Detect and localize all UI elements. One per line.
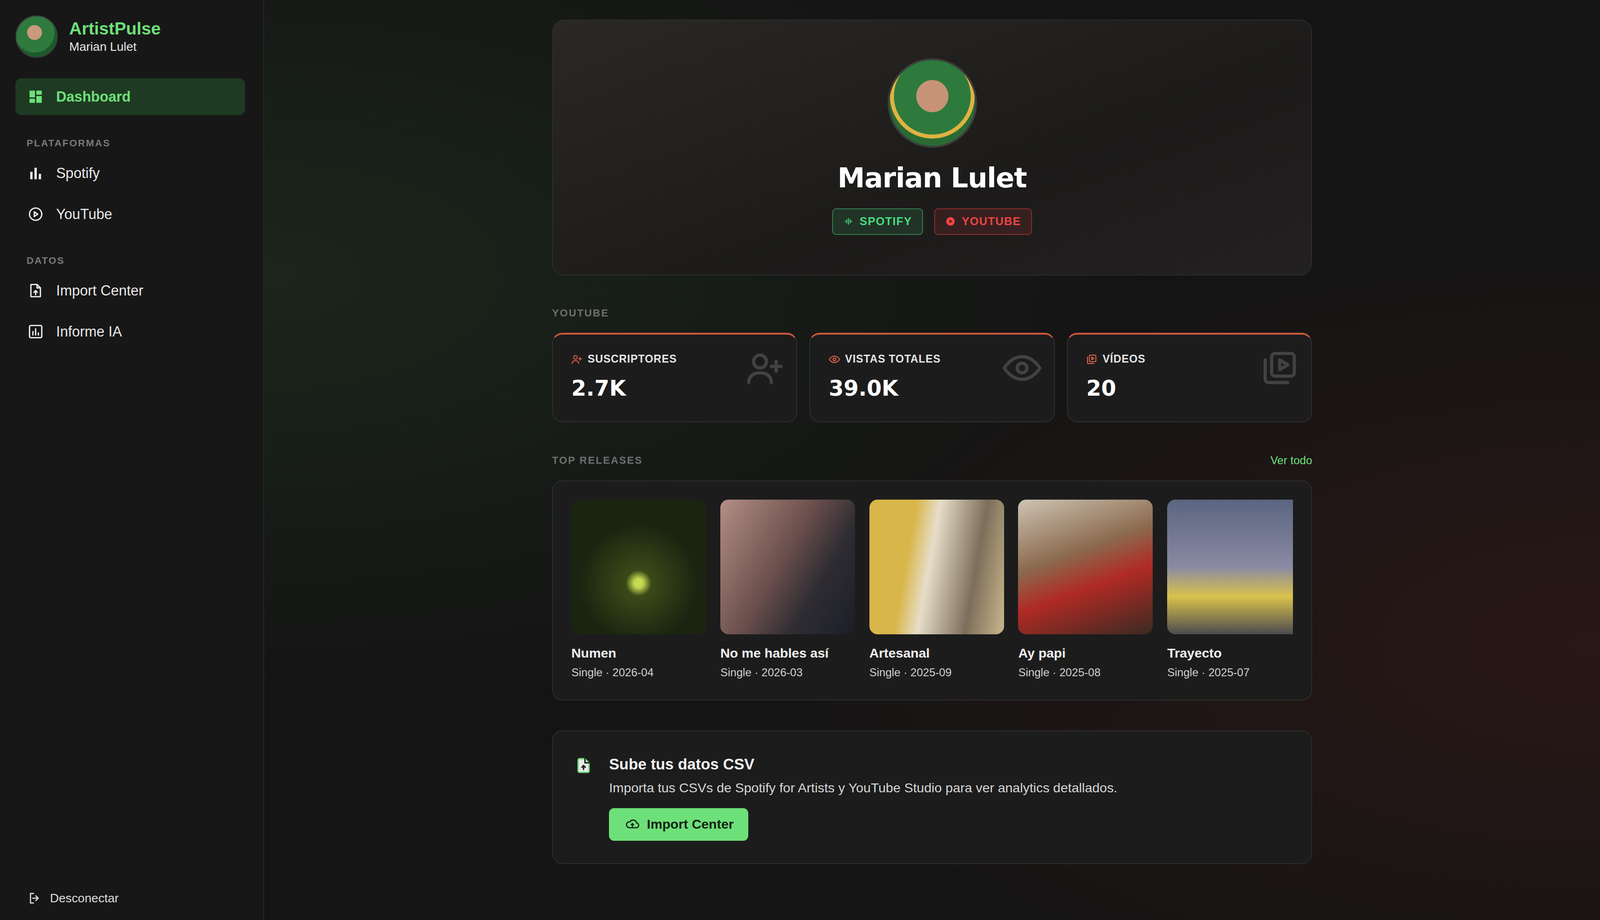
release-title[interactable]: Numen bbox=[571, 645, 706, 661]
platform-badge-label[interactable]: YOUTUBE bbox=[961, 214, 1021, 228]
see-all-link[interactable]: Ver todo bbox=[1270, 453, 1313, 467]
release-item[interactable]: Artesanal Single · 2025-09 bbox=[869, 499, 1005, 679]
import-description: Importa tus CSVs de Spotify for Artists … bbox=[608, 779, 1118, 796]
releases-card: Numen Single · 2026-04 No me hables así Sin… bbox=[552, 480, 1313, 701]
file-upload-icon bbox=[27, 282, 44, 299]
section-header: YOUTUBE bbox=[552, 307, 1313, 320]
release-title[interactable]: No me hables así bbox=[720, 645, 855, 661]
profile-card: Marian Lulet SPOTIFY YOUTUBE bbox=[552, 19, 1313, 276]
release-item[interactable]: Numen Single · 2026-04 bbox=[571, 499, 706, 679]
stat-value: 20 bbox=[1086, 375, 1293, 401]
release-cover bbox=[869, 499, 1005, 635]
release-cover bbox=[571, 499, 706, 635]
stat-value: 2.7K bbox=[571, 375, 779, 401]
dashboard-icon bbox=[27, 88, 44, 105]
release-meta: Single · 2026-03 bbox=[720, 665, 855, 679]
logout-icon bbox=[27, 890, 42, 906]
sidebar-item[interactable]: Dashboard bbox=[15, 78, 246, 116]
release-cover bbox=[1018, 499, 1153, 635]
platform-badges: SPOTIFY YOUTUBE bbox=[832, 208, 1033, 235]
release-item[interactable]: Ay papi Single · 2025-08 bbox=[1018, 499, 1153, 679]
video-library-icon bbox=[1086, 353, 1098, 365]
release-cover bbox=[1167, 499, 1293, 635]
play-circle-icon bbox=[27, 205, 44, 223]
video-library-bg-icon bbox=[1260, 348, 1300, 388]
section-header: TOP RELEASES Ver todo bbox=[552, 453, 1313, 467]
sidebar-section-title: DATOS bbox=[15, 236, 246, 273]
sidebar-item[interactable]: Spotify bbox=[15, 154, 246, 192]
cloud-upload-icon bbox=[625, 816, 640, 832]
release-title[interactable]: Ay papi bbox=[1018, 645, 1153, 661]
report-icon bbox=[27, 323, 44, 340]
stat-label: VISTAS TOTALES bbox=[845, 352, 941, 366]
logout-button[interactable]: Desconectar bbox=[15, 890, 246, 906]
profile-name: Marian Lulet bbox=[837, 161, 1027, 194]
stat-header: VISTAS TOTALES bbox=[828, 352, 1036, 366]
eye-icon bbox=[828, 353, 841, 365]
logout-label[interactable]: Desconectar bbox=[49, 890, 119, 906]
file-upload-icon bbox=[575, 757, 592, 774]
artist-avatar bbox=[15, 15, 59, 59]
platform-badge[interactable]: SPOTIFY bbox=[832, 208, 924, 235]
sidebar-item-label[interactable]: Informe IA bbox=[55, 323, 122, 340]
release-title[interactable]: Trayecto bbox=[1167, 645, 1293, 661]
profile-avatar bbox=[887, 58, 978, 148]
release-meta: Single · 2025-09 bbox=[869, 665, 1005, 679]
release-item[interactable]: Trayecto Single · 2025-07 bbox=[1167, 499, 1293, 679]
stat-header: SUSCRIPTORES bbox=[571, 352, 779, 366]
release-meta: Single · 2025-08 bbox=[1018, 665, 1153, 679]
user-plus-bg-icon bbox=[745, 348, 785, 388]
sidebar-item-label[interactable]: Dashboard bbox=[55, 88, 131, 105]
sidebar: ArtistPulseMarian Lulet Dashboard PLATAFOR… bbox=[0, 0, 265, 920]
spacer bbox=[15, 353, 246, 891]
bar-chart-icon bbox=[27, 164, 44, 182]
stat-header: VÍDEOS bbox=[1086, 352, 1293, 366]
sidebar-section-title: PLATAFORMAS bbox=[15, 119, 246, 156]
sidebar-item[interactable]: YouTube bbox=[15, 195, 246, 233]
import-title: Sube tus datos CSV bbox=[608, 755, 1118, 773]
import-body: Sube tus datos CSV Importa tus CSVs de Sp… bbox=[608, 755, 1118, 841]
spotify-icon bbox=[843, 216, 854, 227]
eye-bg-icon bbox=[1002, 348, 1042, 388]
import-card: Sube tus datos CSV Importa tus CSVs de Sp… bbox=[552, 730, 1313, 864]
sidebar-item-label[interactable]: Spotify bbox=[55, 164, 100, 182]
releases-row: Numen Single · 2026-04 No me hables así Sin… bbox=[571, 499, 1293, 679]
user-plus-icon bbox=[571, 353, 583, 365]
stat-label: VÍDEOS bbox=[1102, 352, 1146, 366]
import-button-label[interactable]: Import Center bbox=[646, 816, 734, 832]
stat-card: VISTAS TOTALES 39.0K bbox=[809, 332, 1055, 423]
main-content: Marian Lulet SPOTIFY YOUTUBE YOUTUBE SUSCRIP… bbox=[264, 0, 1600, 920]
content-column: Marian Lulet SPOTIFY YOUTUBE YOUTUBE SUSCRIP… bbox=[552, 19, 1313, 920]
brand: ArtistPulseMarian Lulet bbox=[15, 15, 246, 59]
section-title: YOUTUBE bbox=[552, 307, 609, 320]
sidebar-item[interactable]: Informe IA bbox=[15, 313, 246, 350]
release-item[interactable]: No me hables así Single · 2026-03 bbox=[720, 499, 855, 679]
section-title: TOP RELEASES bbox=[552, 454, 643, 467]
platform-badge-label[interactable]: SPOTIFY bbox=[859, 214, 912, 228]
release-title[interactable]: Artesanal bbox=[869, 645, 1005, 661]
release-meta: Single · 2026-04 bbox=[571, 665, 706, 679]
sidebar-item-label[interactable]: Import Center bbox=[55, 282, 144, 299]
youtube-icon bbox=[945, 216, 956, 227]
sidebar-item-label[interactable]: YouTube bbox=[55, 205, 112, 223]
stat-label: SUSCRIPTORES bbox=[587, 352, 677, 366]
button-row: Import Center bbox=[608, 795, 1118, 841]
sidebar-item[interactable]: Import Center bbox=[15, 272, 246, 309]
stat-value: 39.0K bbox=[828, 375, 1036, 401]
sidebar-nav: Dashboard PLATAFORMAS Spotify YouTube DATOS I… bbox=[15, 78, 246, 354]
stat-card: VÍDEOS 20 bbox=[1066, 332, 1313, 423]
stats-grid: SUSCRIPTORES 2.7K VISTAS TOTALES 39.0K VÍDEO… bbox=[552, 332, 1313, 423]
import-button[interactable]: Import Center bbox=[608, 807, 748, 841]
app-name: ArtistPulse bbox=[69, 18, 162, 40]
release-meta: Single · 2025-07 bbox=[1167, 665, 1293, 679]
brand-text: ArtistPulseMarian Lulet bbox=[69, 18, 162, 55]
release-cover bbox=[720, 499, 855, 635]
stat-card: SUSCRIPTORES 2.7K bbox=[552, 332, 798, 423]
platform-badge[interactable]: YOUTUBE bbox=[934, 208, 1033, 235]
user-name: Marian Lulet bbox=[69, 39, 162, 55]
